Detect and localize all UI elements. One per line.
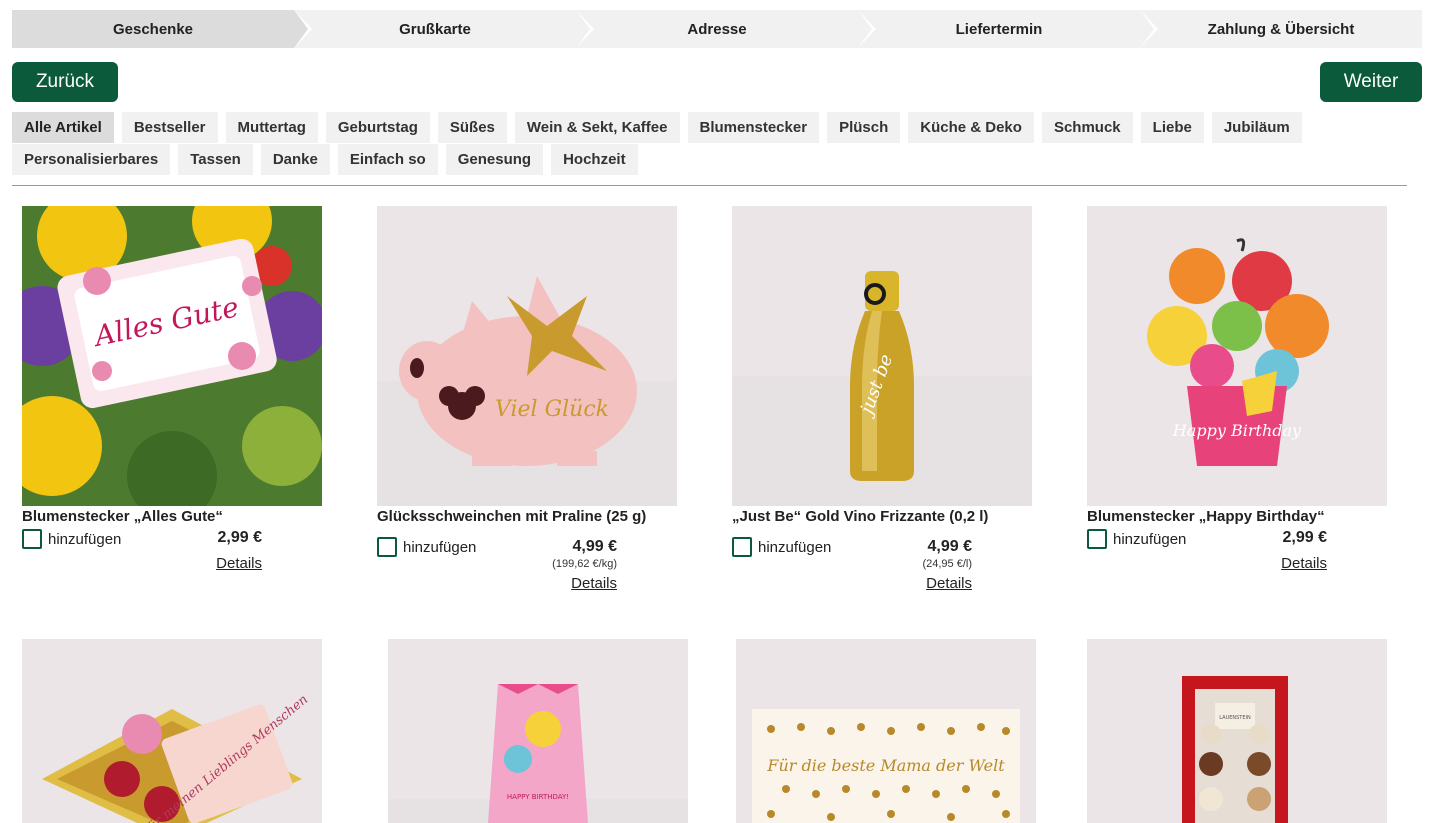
category-chip[interactable]: Wein & Sekt, Kaffee [514, 112, 680, 143]
product-name[interactable]: Blumenstecker „Alles Gute“ [22, 508, 322, 525]
product-name[interactable]: Glücksschweinchen mit Praline (25 g) [377, 508, 677, 525]
step-label: Zahlung & Übersicht [1207, 20, 1355, 38]
category-chip[interactable]: Hochzeit [551, 144, 638, 175]
checkbox-label: hinzufügen [48, 530, 122, 548]
birthday-plant-pot-image: Happy Birthday [1087, 206, 1387, 506]
category-chip[interactable]: Geburtstag [325, 112, 430, 143]
category-chip[interactable]: Muttertag [225, 112, 318, 143]
product-card: Viel Glück Glücksschweinchen mit Praline… [377, 206, 677, 592]
checkbox-box[interactable] [732, 537, 752, 557]
product-card: Für meinen Lieblings Menschen [22, 639, 322, 823]
candy-bag-image: HAPPY BIRTHDAY! [388, 639, 688, 823]
svg-text:Happy Birthday: Happy Birthday [1172, 421, 1302, 440]
svg-text:LAUENSTEIN: LAUENSTEIN [1219, 715, 1251, 721]
step-label: Geschenke [112, 20, 194, 38]
add-checkbox[interactable]: hinzufügen [22, 529, 121, 549]
category-row: Personalisierbares Tassen Danke Einfach so G… [12, 144, 1412, 176]
category-chip[interactable]: Danke [260, 144, 330, 175]
product-price: 4,99 € [572, 538, 617, 555]
category-chip[interactable]: Küche & Deko [908, 112, 1034, 143]
product-price: 4,99 € [927, 538, 972, 555]
details-link[interactable]: Details [926, 575, 972, 592]
step-label: Grußkarte [399, 20, 471, 38]
divider [12, 185, 1407, 186]
bouquet-tag-image: Alles Gute [22, 206, 322, 506]
chocolate-bar-image: Für die beste Mama der Welt [736, 639, 1036, 823]
add-checkbox[interactable]: hinzufügen [377, 537, 476, 557]
praline-box-image: Für meinen Lieblings Menschen [22, 639, 322, 823]
category-chip[interactable]: Jubiläum [1211, 112, 1302, 143]
step-grusskarte[interactable]: Grußkarte [294, 10, 594, 48]
category-chip[interactable]: Einfach so [337, 144, 438, 175]
category-chip[interactable]: Bestseller [121, 112, 218, 143]
checkbox-box[interactable] [22, 529, 42, 549]
unit-price: (199,62 €/kg) [552, 558, 617, 570]
category-chip[interactable]: Blumenstecker [687, 112, 820, 143]
product-price: 2,99 € [217, 529, 262, 546]
svg-text:Viel Glück: Viel Glück [495, 397, 609, 422]
back-button[interactable]: Zurück [12, 62, 118, 102]
product-card: LAUENSTEIN [1087, 639, 1387, 823]
checkbox-label: hinzufügen [1113, 530, 1187, 548]
gold-bottle-image: just be [732, 206, 1032, 506]
details-link[interactable]: Details [216, 555, 262, 572]
product-image[interactable]: LAUENSTEIN [1087, 639, 1387, 823]
checkbox-box[interactable] [377, 537, 397, 557]
product-name[interactable]: „Just Be“ Gold Vino Frizzante (0,2 l) [732, 508, 1032, 525]
category-filter: Alle Artikel Bestseller Muttertag Geburtsta… [12, 112, 1412, 176]
step-zahlung[interactable]: Zahlung & Übersicht [1140, 10, 1422, 48]
product-name[interactable]: Blumenstecker „Happy Birthday“ [1087, 508, 1387, 525]
product-image[interactable]: HAPPY BIRTHDAY! [388, 639, 688, 823]
next-button[interactable]: Weiter [1320, 62, 1422, 102]
product-image[interactable]: Happy Birthday [1087, 206, 1387, 506]
category-chip[interactable]: Alle Artikel [12, 112, 114, 143]
category-chip[interactable]: Schmuck [1041, 112, 1133, 143]
step-label: Liefertermin [955, 20, 1043, 38]
add-checkbox[interactable]: hinzufügen [1087, 529, 1186, 549]
step-label: Adresse [687, 20, 747, 38]
checkbox-box[interactable] [1087, 529, 1107, 549]
lucky-pig-image: Viel Glück [377, 206, 677, 506]
praline-tray-image: LAUENSTEIN [1087, 639, 1387, 823]
product-card: Happy Birthday Blumenstecker „Happy Birt… [1087, 206, 1387, 585]
step-adresse[interactable]: Adresse [576, 10, 876, 48]
category-chip[interactable]: Genesung [445, 144, 544, 175]
category-chip[interactable]: Personalisierbares [12, 144, 171, 175]
svg-text:HAPPY BIRTHDAY!: HAPPY BIRTHDAY! [507, 793, 569, 801]
product-price: 2,99 € [1282, 529, 1327, 546]
category-chip[interactable]: Süßes [437, 112, 507, 143]
product-image[interactable]: Für die beste Mama der Welt [736, 639, 1036, 823]
checkout-progress: Geschenke Grußkarte Adresse Liefertermin… [12, 10, 1422, 48]
category-chip[interactable]: Plüsch [827, 112, 901, 143]
category-chip[interactable]: Liebe [1140, 112, 1204, 143]
product-card: just be „Just Be“ Gold Vino Frizzante (0… [732, 206, 1032, 592]
step-geschenke[interactable]: Geschenke [12, 10, 312, 48]
details-link[interactable]: Details [1281, 555, 1327, 572]
category-row: Alle Artikel Bestseller Muttertag Geburtsta… [12, 112, 1412, 144]
checkbox-label: hinzufügen [758, 538, 832, 556]
product-card: Alles Gute Blumenstecker „Alles Gute“ hi… [22, 206, 322, 585]
checkbox-label: hinzufügen [403, 538, 477, 556]
details-link[interactable]: Details [571, 575, 617, 592]
product-card: HAPPY BIRTHDAY! [388, 639, 688, 823]
svg-text:Für die beste Mama der Welt: Für die beste Mama der Welt [766, 756, 1005, 775]
add-checkbox[interactable]: hinzufügen [732, 537, 831, 557]
product-image[interactable]: just be [732, 206, 1032, 506]
category-chip[interactable]: Tassen [178, 144, 253, 175]
product-image[interactable]: Alles Gute [22, 206, 322, 506]
product-image[interactable]: Viel Glück [377, 206, 677, 506]
step-liefertermin[interactable]: Liefertermin [858, 10, 1158, 48]
product-image[interactable]: Für meinen Lieblings Menschen [22, 639, 322, 823]
unit-price: (24,95 €/l) [922, 558, 972, 570]
product-card: Für die beste Mama der Welt [736, 639, 1036, 823]
